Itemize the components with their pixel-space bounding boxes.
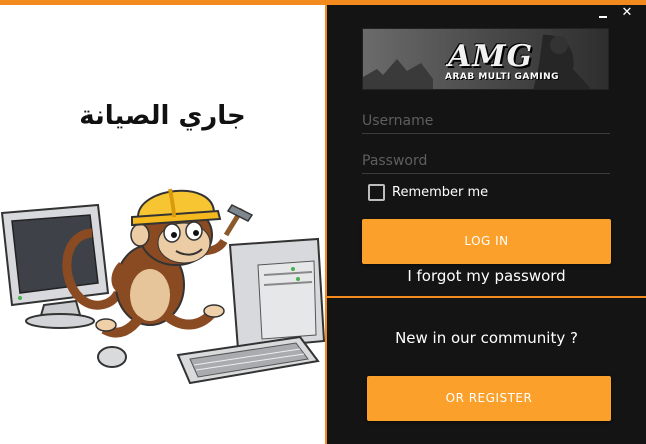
banner-subtitle: ARAB MULTI GAMING [445, 72, 560, 82]
amg-banner: AMG ARAB MULTI GAMING [362, 28, 609, 90]
horizontal-divider [327, 296, 646, 298]
mouse-icon [97, 346, 127, 368]
maintenance-panel: جاري الصيانة [0, 5, 325, 444]
login-button[interactable]: LOG IN [362, 219, 611, 264]
pc-tower-icon [228, 237, 325, 351]
hammer-icon [223, 204, 254, 237]
forgot-password-link[interactable]: I forgot my password [362, 267, 611, 285]
monitor-icon [0, 203, 110, 329]
remember-me-row[interactable]: Remember me [368, 184, 488, 201]
close-icon[interactable]: ✕ [620, 6, 634, 20]
keyboard-icon [176, 335, 320, 385]
banner-logo-text: AMG [448, 39, 534, 74]
remember-me-checkbox[interactable] [368, 184, 385, 201]
username-input[interactable] [362, 108, 610, 133]
register-button[interactable]: OR REGISTER [367, 376, 611, 421]
hard-hat-icon [131, 188, 222, 227]
remember-me-label: Remember me [392, 185, 489, 200]
password-input[interactable] [362, 148, 610, 173]
maintenance-illustration [0, 188, 325, 385]
username-field[interactable] [362, 108, 610, 134]
minimize-icon[interactable] [596, 6, 610, 20]
new-community-prompt: New in our community ? [395, 329, 578, 347]
maintenance-title: جاري الصيانة [79, 101, 246, 131]
password-field[interactable] [362, 148, 610, 174]
